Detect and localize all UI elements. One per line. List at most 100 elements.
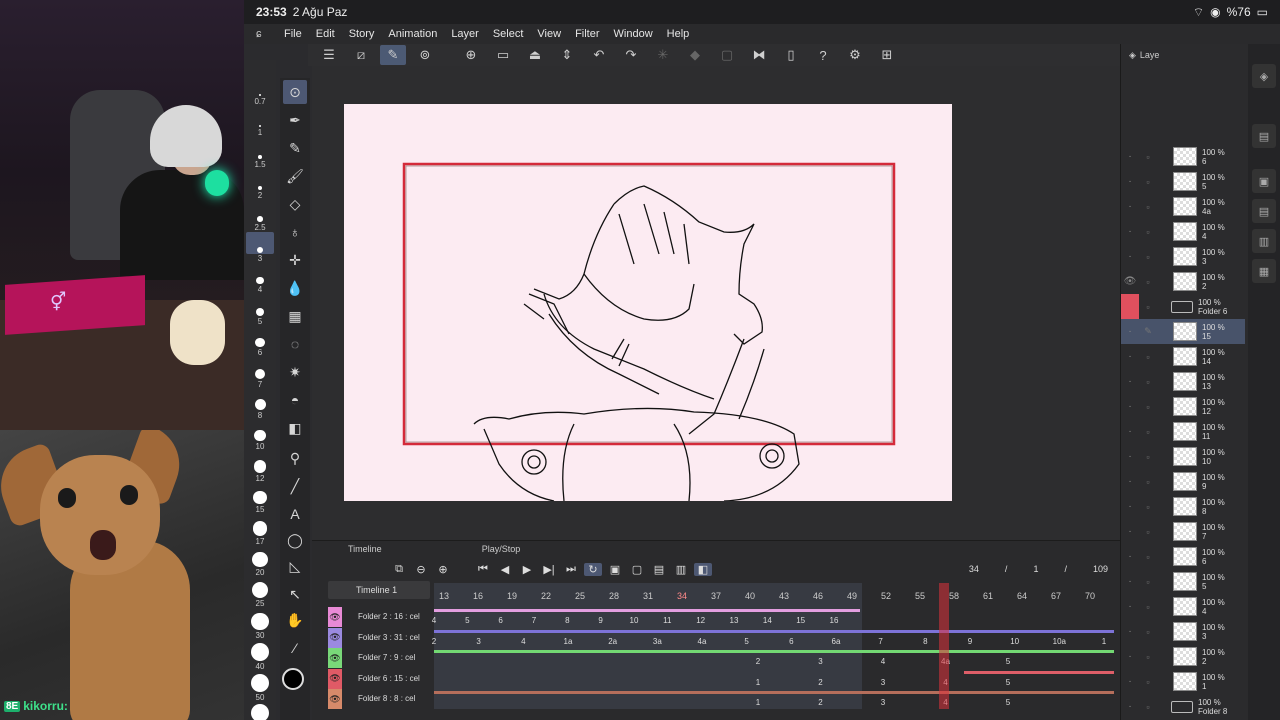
move-view-tool-icon[interactable]: ⊙ bbox=[283, 80, 307, 104]
cel-label[interactable]: 6 bbox=[789, 637, 793, 646]
brush-tool-icon[interactable]: 🖌 bbox=[283, 164, 307, 188]
lock-toggle-icon[interactable]: ▫ bbox=[1139, 377, 1157, 387]
undo-icon[interactable]: ↶ bbox=[586, 45, 612, 65]
cel-label[interactable]: 10 bbox=[1010, 637, 1019, 646]
cel-label[interactable]: 2 bbox=[818, 678, 822, 687]
airbrush-tool-icon[interactable]: ♁ bbox=[283, 220, 307, 244]
cel-label[interactable]: 1a bbox=[564, 637, 573, 646]
pen-tool-icon[interactable]: ✒ bbox=[283, 108, 307, 132]
open-folder-icon[interactable]: ▭ bbox=[490, 45, 516, 65]
layer-row[interactable]: · ▫ 100 % 7 bbox=[1121, 519, 1245, 544]
save-icon[interactable]: ⏏ bbox=[522, 45, 548, 65]
layer-row[interactable]: 👁 ▫ 100 % 2 bbox=[1121, 269, 1245, 294]
menu-file[interactable]: File bbox=[284, 28, 302, 40]
track-visibility-icon[interactable]: 👁 bbox=[328, 668, 342, 689]
main-color-swatch[interactable] bbox=[282, 668, 304, 690]
hand-tool-icon[interactable]: ✋ bbox=[283, 608, 307, 632]
brush-size-option[interactable]: 20 bbox=[244, 551, 276, 577]
cel-label[interactable]: 5 bbox=[1006, 678, 1010, 687]
next-frame-icon[interactable]: ▶| bbox=[540, 563, 558, 576]
lock-toggle-icon[interactable]: ▫ bbox=[1139, 477, 1157, 487]
balloon-tool-icon[interactable]: ◯ bbox=[283, 528, 307, 552]
timeline-track[interactable]: 👁Folder 6 : 15 : cel12345 bbox=[328, 668, 1118, 689]
cel-label[interactable]: 3 bbox=[818, 657, 822, 666]
cel-label[interactable]: 3 bbox=[476, 637, 480, 646]
lock-toggle-icon[interactable]: ▫ bbox=[1139, 627, 1157, 637]
cel-label[interactable]: 10 bbox=[630, 616, 639, 625]
zoom-out-icon[interactable]: ⊖ bbox=[412, 563, 430, 576]
layer-row[interactable]: · ▫ 100 % 3 bbox=[1121, 244, 1245, 269]
visibility-eye-icon[interactable]: · bbox=[1121, 551, 1139, 562]
brush-size-option[interactable]: 2 bbox=[244, 185, 276, 200]
brush-size-option[interactable]: 7 bbox=[244, 368, 276, 389]
sub-tool-panel-icon[interactable]: ▤ bbox=[1252, 124, 1276, 148]
gradient-tool-icon[interactable]: ◧ bbox=[283, 416, 307, 440]
cel-label[interactable]: 2 bbox=[432, 637, 436, 646]
cel-label[interactable]: 2a bbox=[608, 637, 617, 646]
cel-label[interactable]: 7 bbox=[532, 616, 536, 625]
delete-cel-icon[interactable]: ▥ bbox=[672, 563, 690, 576]
edit-mode-icon[interactable]: ✎ bbox=[380, 45, 406, 65]
brush-size-option[interactable]: 50 bbox=[244, 673, 276, 702]
cel-label[interactable]: 12 bbox=[696, 616, 705, 625]
brush-size-option[interactable]: 17 bbox=[244, 521, 276, 546]
cel-label[interactable]: 11 bbox=[663, 616, 671, 625]
visibility-eye-icon[interactable]: · bbox=[1121, 601, 1139, 612]
play-icon[interactable]: ▶ bbox=[518, 563, 536, 576]
blend-tool-icon[interactable]: 💧 bbox=[283, 276, 307, 300]
material-panel-icon[interactable]: ▤ bbox=[1252, 199, 1276, 223]
brush-size-option[interactable]: 30 bbox=[244, 612, 276, 640]
cel-label[interactable]: 13 bbox=[730, 616, 739, 625]
cel-label[interactable]: 5 bbox=[1006, 698, 1010, 707]
magic-wand-tool-icon[interactable]: ✷ bbox=[283, 360, 307, 384]
lock-toggle-icon[interactable]: ▫ bbox=[1139, 602, 1157, 612]
text-tool-icon[interactable]: A bbox=[283, 502, 307, 526]
new-animation-folder-icon[interactable]: ▣ bbox=[606, 563, 624, 576]
layer-row[interactable]: · ▫ 100 % 6 bbox=[1121, 544, 1245, 569]
lock-toggle-icon[interactable]: ▫ bbox=[1139, 677, 1157, 687]
layer-row[interactable]: · ▫ 100 % 4 bbox=[1121, 219, 1245, 244]
eyedropper-tool-icon[interactable]: ⚲ bbox=[283, 446, 307, 470]
specify-cels-icon[interactable]: ▤ bbox=[650, 563, 668, 576]
new-file-icon[interactable]: ⊕ bbox=[458, 45, 484, 65]
onion-skin-icon[interactable]: ◧ bbox=[694, 562, 712, 576]
timeline-track[interactable]: 👁 Folder 3 : 31 : cel 2 3 4 1a 2a 3a 4a 5 6 6a 7 8 9 10… bbox=[328, 627, 1118, 648]
object-tool-icon[interactable]: ↖ bbox=[283, 582, 307, 606]
timeline-track[interactable]: 👁Folder 7 : 9 : cel2344a5 bbox=[328, 648, 1118, 668]
move-layer-tool-icon[interactable]: ✛ bbox=[283, 248, 307, 272]
hamburger-menu-icon[interactable]: ☰ bbox=[316, 45, 342, 65]
brush-size-option[interactable]: 4 bbox=[244, 277, 276, 294]
menu-layer[interactable]: Layer bbox=[451, 28, 479, 40]
cel-label[interactable]: 3 bbox=[881, 678, 885, 687]
menu-filter[interactable]: Filter bbox=[575, 28, 599, 40]
visibility-eye-icon[interactable]: · bbox=[1121, 426, 1139, 437]
brush-size-option[interactable]: 15 bbox=[244, 490, 276, 514]
grid-tool-icon[interactable]: ▦ bbox=[283, 304, 307, 328]
visibility-eye-icon[interactable]: · bbox=[1121, 326, 1139, 337]
canvas-workspace[interactable] bbox=[312, 66, 1120, 540]
visibility-eye-icon[interactable]: · bbox=[1121, 576, 1139, 587]
lock-toggle-icon[interactable]: ▫ bbox=[1139, 502, 1157, 512]
cel-label[interactable]: 16 bbox=[830, 616, 839, 625]
layer-row[interactable]: · ▫ 100 % 4a bbox=[1121, 194, 1245, 219]
brush-size-option[interactable]: 10 bbox=[244, 429, 276, 451]
layer-folder-row[interactable]: ▫ 100 % Folder 6 bbox=[1121, 294, 1245, 319]
timeline-name-selector[interactable]: Timeline 1 bbox=[328, 581, 430, 599]
eraser-tool-icon[interactable]: ◇ bbox=[283, 192, 307, 216]
layer-row[interactable]: · ▫ 100 % 11 bbox=[1121, 419, 1245, 444]
visibility-eye-icon[interactable]: · bbox=[1121, 376, 1139, 387]
cel-label[interactable]: 8 bbox=[565, 616, 569, 625]
brush-size-option[interactable]: 25 bbox=[244, 582, 276, 608]
frame-border-tool-icon[interactable]: ◺ bbox=[283, 554, 307, 578]
lock-toggle-icon[interactable]: ▫ bbox=[1139, 302, 1157, 312]
visibility-eye-icon[interactable]: · bbox=[1121, 176, 1139, 187]
menu-animation[interactable]: Animation bbox=[388, 28, 437, 40]
brush-size-option[interactable]: 40 bbox=[244, 643, 276, 671]
cel-label[interactable]: 4 bbox=[521, 637, 525, 646]
loop-icon[interactable]: ↻ bbox=[584, 562, 602, 576]
visibility-eye-icon[interactable]: · bbox=[1121, 351, 1139, 362]
brush-size-option[interactable]: 5 bbox=[244, 307, 276, 326]
brush-size-option[interactable]: 6 bbox=[244, 338, 276, 357]
menu-select[interactable]: Select bbox=[493, 28, 524, 40]
color-picker-tool-icon[interactable]: ⁄ bbox=[283, 636, 307, 660]
